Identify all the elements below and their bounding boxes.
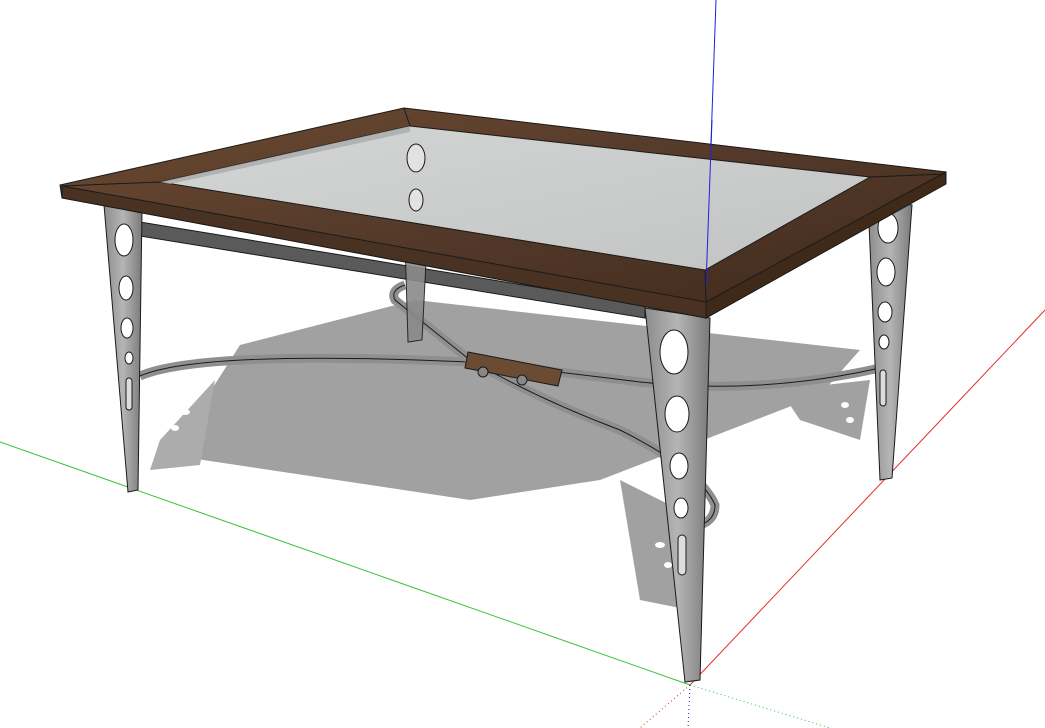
red-axis-negative: [639, 684, 691, 728]
3d-scene[interactable]: [0, 0, 1045, 728]
modeling-viewport[interactable]: [0, 0, 1045, 728]
blue-axis-negative: [687, 684, 691, 728]
leg-front-right: [644, 307, 711, 683]
green-axis-negative: [689, 684, 831, 728]
leg-back-right: [867, 199, 913, 481]
leg-front-left: [103, 204, 143, 493]
table-shadow: [150, 300, 870, 610]
